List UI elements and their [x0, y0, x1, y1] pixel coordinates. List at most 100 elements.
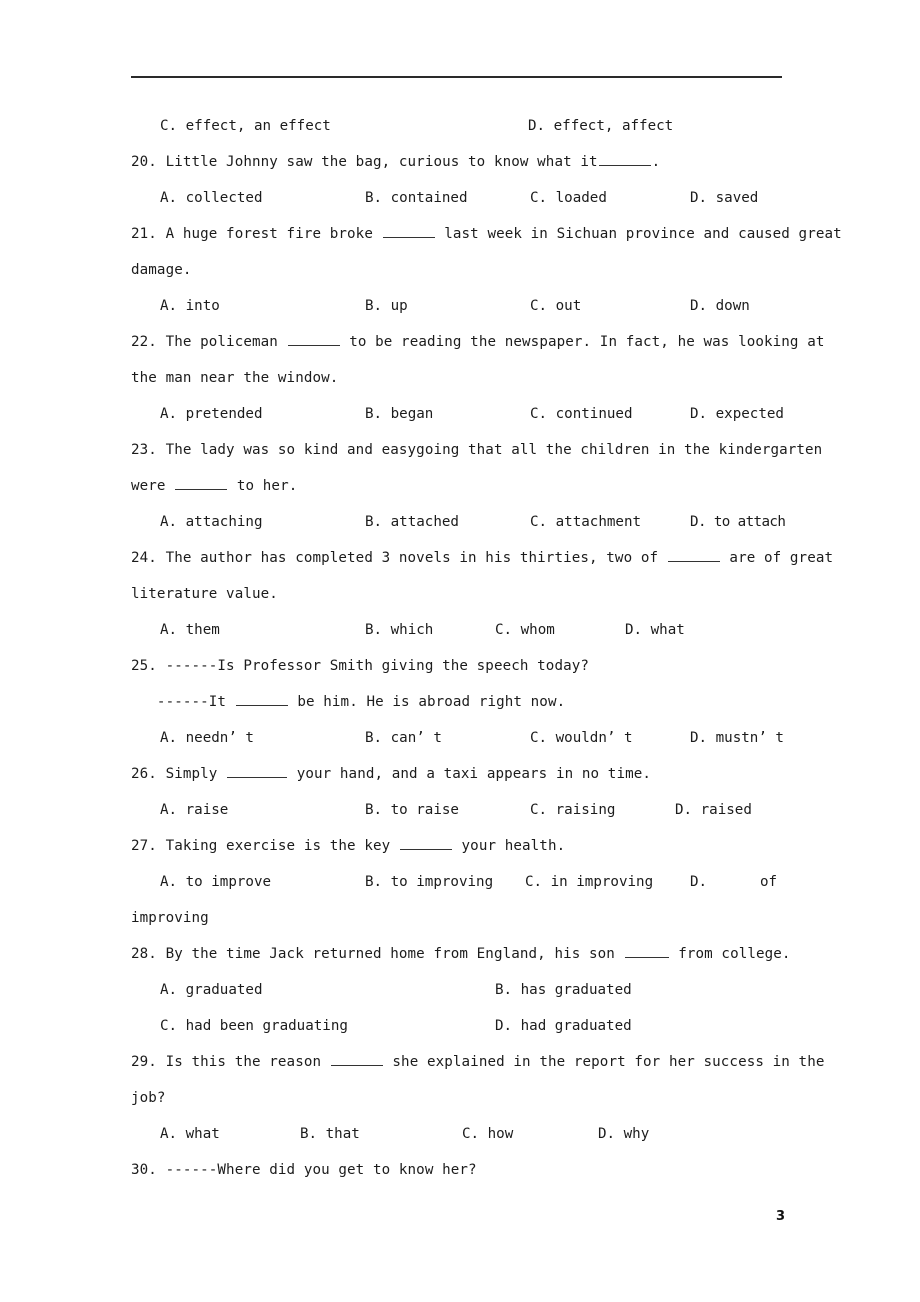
text-run: were [131, 478, 175, 494]
option-choice[interactable]: D. expected [690, 396, 784, 432]
answer-blank[interactable] [399, 836, 452, 850]
option-choice[interactable]: D. what [625, 612, 685, 648]
text-run: your health. [452, 838, 566, 854]
text-run: she explained in the report for her succ… [383, 1054, 825, 1070]
question-continuation: the man near the window. [131, 360, 783, 396]
question-stem: 25. ------Is Professor Smith giving the … [131, 648, 783, 684]
text-run: 25. ------Is Professor Smith giving the … [131, 658, 590, 674]
text-run: are of great [720, 550, 834, 566]
answer-blank[interactable] [287, 332, 340, 346]
option-choice[interactable]: B. attached [365, 504, 459, 540]
answer-blank[interactable] [598, 152, 651, 166]
option-choice[interactable]: C. loaded [530, 180, 607, 216]
text-run: ------It [131, 694, 235, 710]
option-choice[interactable]: C. raising [530, 792, 615, 828]
option-choice[interactable]: C. wouldn’ t [530, 720, 633, 756]
option-choice[interactable]: C. out [530, 288, 581, 324]
option-choice[interactable]: B. to raise [365, 792, 459, 828]
answer-blank[interactable] [624, 944, 669, 958]
text-run: from college. [669, 946, 791, 962]
text-run: to be reading the newspaper. In fact, he… [340, 334, 825, 350]
option-choice[interactable]: B. has graduated [495, 972, 632, 1008]
text-run: . [651, 154, 661, 170]
option-choice[interactable]: A. collected [160, 180, 263, 216]
option-row: A. them B. which C. whom D. what [131, 612, 783, 648]
option-choice[interactable]: A. needn’ t [160, 720, 254, 756]
option-choice[interactable]: A. into [160, 288, 220, 324]
option-choice[interactable]: B. began [365, 396, 433, 432]
option-row: A. attaching B. attached C. attachment D. t… [131, 504, 786, 540]
option-choice[interactable]: B. which [365, 612, 433, 648]
question-continuation: were to her. [131, 468, 783, 504]
text-run: improving [131, 910, 209, 926]
option-choice[interactable]: B. up [365, 288, 408, 324]
option-choice[interactable]: of [760, 864, 777, 900]
text-run: 26. Simply [131, 766, 227, 782]
text-run: 23. The lady was so kind and easygoing t… [131, 442, 823, 458]
option-row: A. to improve B. to improving C. in improv… [131, 864, 783, 900]
text-run: 27. Taking exercise is the key [131, 838, 399, 854]
option-row: A. collected B. contained C. loaded D. save… [131, 180, 783, 216]
option-row: A. needn’ t B. can’ t C. wouldn’ t D. mustn… [131, 720, 784, 756]
answer-blank[interactable] [330, 1052, 383, 1066]
answer-blank[interactable] [667, 548, 720, 562]
option-choice[interactable]: C. continued [530, 396, 633, 432]
option-choice[interactable]: A. what [160, 1116, 220, 1152]
question-stem: 28. By the time Jack returned home from … [131, 936, 790, 972]
option-row: A. raise B. to raise C. raising D. raised [131, 792, 783, 828]
option-choice[interactable]: D. down [690, 288, 750, 324]
text-run: the man near the window. [131, 370, 339, 386]
header-rule [131, 76, 782, 78]
option-choice[interactable]: D. had graduated [495, 1008, 632, 1044]
text-run: 24. The author has completed 3 novels in… [131, 550, 667, 566]
answer-blank[interactable] [235, 692, 288, 706]
option-choice[interactable]: D. effect, affect [528, 108, 673, 144]
question-stem: 30. ------Where did you get to know her? [131, 1152, 783, 1188]
option-choice[interactable]: A. them [160, 612, 220, 648]
option-choice[interactable]: D. mustn’ t [690, 720, 784, 756]
option-choice[interactable]: A. graduated [160, 972, 263, 1008]
option-choice[interactable]: C. had been graduating [160, 1008, 348, 1044]
option-choice[interactable]: B. that [300, 1116, 360, 1152]
text-run: damage. [131, 262, 192, 278]
question-stem: 27. Taking exercise is the key your heal… [131, 828, 783, 864]
option-row: A. graduated B. has graduated [131, 972, 783, 1008]
option-choice[interactable]: A. raise [160, 792, 228, 828]
option-choice[interactable]: D. saved [690, 180, 758, 216]
text-run: your hand, and a taxi appears in no time… [288, 766, 652, 782]
text-run: 28. By the time Jack returned home from … [131, 946, 624, 962]
option-row: C. effect, an effect D. effect, affect [131, 108, 783, 144]
option-choice[interactable]: A. pretended [160, 396, 263, 432]
option-choice[interactable]: C. effect, an effect [160, 108, 331, 144]
option-row: C. had been graduating D. had graduated [131, 1008, 783, 1044]
option-choice[interactable]: B. can’ t [365, 720, 442, 756]
option-choice[interactable]: C. in improving [525, 864, 653, 900]
text-run: 30. ------Where did you get to know her? [131, 1162, 477, 1178]
option-choice[interactable]: B. to improving [365, 864, 493, 900]
option-choice[interactable]: D. raised [675, 792, 752, 828]
page-number: 3 [775, 1209, 785, 1224]
question-stem: 20. Little Johnny saw the bag, curious t… [131, 144, 783, 180]
question-continuation: job? [131, 1080, 783, 1116]
option-choice[interactable]: B. contained [365, 180, 468, 216]
answer-blank[interactable] [227, 764, 288, 778]
option-choice[interactable]: C. whom [495, 612, 555, 648]
option-choice[interactable]: C. how [462, 1116, 513, 1152]
option-choice[interactable]: C. attachment [530, 504, 641, 540]
option-choice[interactable]: D. [690, 864, 707, 900]
option-choice[interactable]: A. attaching [160, 504, 263, 540]
question-stem: 22. The policeman to be reading the news… [131, 324, 824, 360]
option-choice[interactable]: D. why [598, 1116, 649, 1152]
option-choice[interactable]: D. to attach [690, 504, 786, 540]
question-continuation: damage. [131, 252, 783, 288]
question-continuation: improving [131, 900, 783, 936]
text-run: 20. Little Johnny saw the bag, curious t… [131, 154, 598, 170]
text-run: 21. A huge forest fire broke [131, 226, 382, 242]
answer-blank[interactable] [382, 224, 435, 238]
option-choice[interactable]: A. to improve [160, 864, 271, 900]
option-row: A. what B. that C. how D. why [131, 1116, 783, 1152]
answer-blank[interactable] [175, 476, 228, 490]
option-row: A. pretended B. began C. continued D. expec… [131, 396, 784, 432]
text-run: to her. [228, 478, 298, 494]
question-stem: 29. Is this the reason she explained in … [131, 1044, 824, 1080]
